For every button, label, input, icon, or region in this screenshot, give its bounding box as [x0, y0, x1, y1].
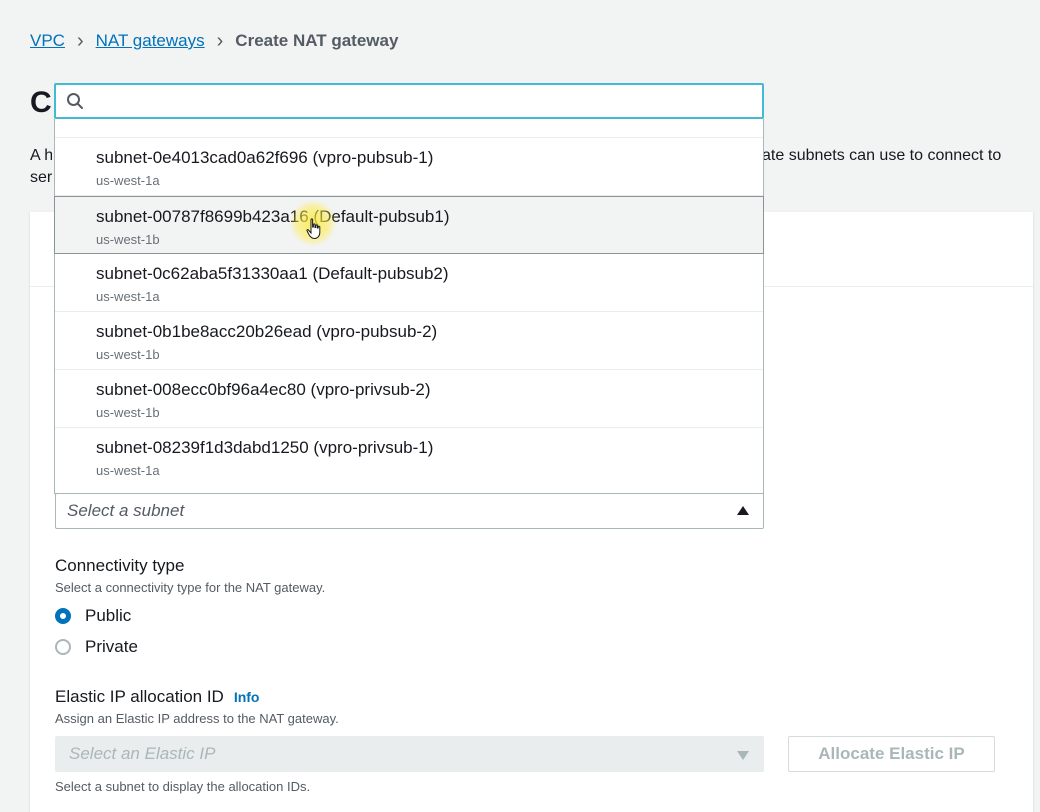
breadcrumb-vpc-link[interactable]: VPC — [30, 31, 65, 51]
info-link[interactable]: Info — [234, 689, 260, 705]
subnet-option-highlighted[interactable]: subnet-00787f8699b423a16 (Default-pubsub… — [54, 196, 764, 254]
hand-pointer-icon — [306, 218, 324, 245]
chevron-right-icon: › — [76, 30, 84, 52]
caret-down-icon — [737, 751, 749, 760]
subnet-select[interactable]: Select a subnet — [55, 493, 764, 529]
subnet-option[interactable]: subnet-008ecc0bf96a4ec80 (vpro-privsub-2… — [55, 370, 763, 428]
subnet-search-input[interactable] — [92, 89, 756, 115]
subnet-dropdown-list: subnet-0e4013cad0a62f696 (vpro-pubsub-1)… — [54, 119, 764, 494]
subnet-option[interactable]: subnet-08239f1d3dabd1250 (vpro-privsub-1… — [55, 428, 763, 486]
page-title: C — [30, 86, 52, 119]
elastic-ip-label: Elastic IP allocation ID Info — [55, 687, 260, 706]
elastic-ip-footer: Select a subnet to display the allocatio… — [55, 779, 311, 794]
breadcrumb-nat-gateways-link[interactable]: NAT gateways — [96, 31, 205, 51]
caret-up-icon — [737, 506, 749, 515]
radio-private-label: Private — [85, 637, 138, 656]
elastic-ip-help: Assign an Elastic IP address to the NAT … — [55, 711, 339, 726]
page-description-right: ate subnets can use to connect to — [762, 147, 1002, 164]
radio-public-label: Public — [85, 606, 132, 625]
chevron-right-icon: › — [216, 30, 224, 52]
page-description-left: A h ser — [30, 147, 52, 186]
subnet-search-box[interactable] — [54, 83, 764, 119]
radio-public[interactable]: Public — [55, 606, 131, 626]
radio-unchecked-icon[interactable] — [55, 639, 71, 655]
subnet-option[interactable]: subnet-0c62aba5f31330aa1 (Default-pubsub… — [55, 254, 763, 312]
allocate-elastic-ip-button[interactable]: Allocate Elastic IP — [788, 736, 995, 772]
breadcrumb: VPC › NAT gateways › Create NAT gateway — [30, 31, 398, 51]
subnet-option[interactable]: subnet-0b1be8acc20b26ead (vpro-pubsub-2)… — [55, 312, 763, 370]
search-icon — [66, 92, 84, 115]
connectivity-type-help: Select a connectivity type for the NAT g… — [55, 580, 326, 595]
elastic-ip-placeholder: Select an Elastic IP — [69, 744, 216, 763]
subnet-select-placeholder: Select a subnet — [67, 501, 185, 520]
connectivity-type-label: Connectivity type — [55, 556, 185, 575]
elastic-ip-select[interactable]: Select an Elastic IP — [55, 736, 764, 772]
breadcrumb-current: Create NAT gateway — [235, 31, 399, 50]
subnet-option[interactable]: subnet-0e4013cad0a62f696 (vpro-pubsub-1)… — [55, 138, 763, 196]
radio-private[interactable]: Private — [55, 637, 138, 657]
radio-checked-icon[interactable] — [55, 608, 71, 624]
